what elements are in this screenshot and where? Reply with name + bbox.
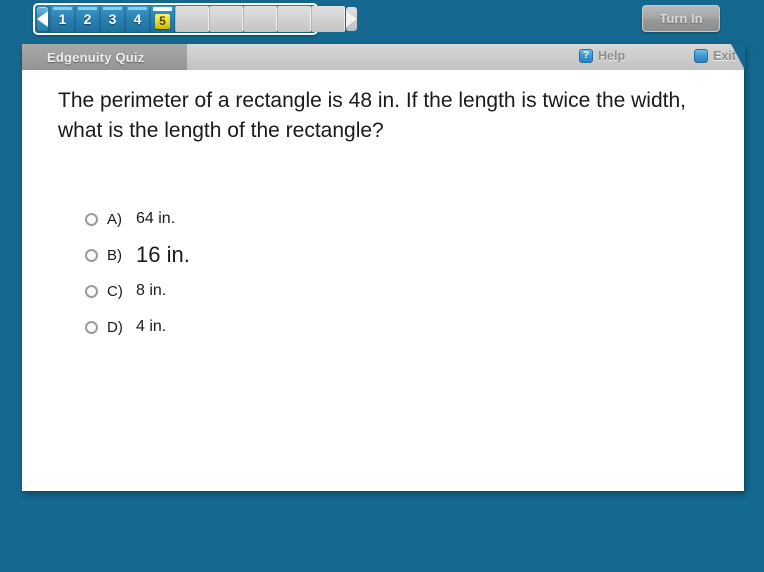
- radio-button[interactable]: [85, 248, 98, 262]
- page-slot-empty: [311, 6, 345, 32]
- page-tab-1[interactable]: 1: [51, 6, 74, 32]
- option-letter: A): [107, 210, 122, 228]
- page-tab-5[interactable]: 5: [151, 6, 174, 32]
- top-navigation-bar: 12345 Turn In: [0, 0, 764, 40]
- option-letter: B): [107, 246, 122, 264]
- option-text: 8 in.: [136, 282, 167, 299]
- page-tab-3[interactable]: 3: [101, 6, 124, 32]
- next-page-button[interactable]: [346, 7, 357, 31]
- option-letter: D): [107, 318, 123, 336]
- page-tab-2[interactable]: 2: [76, 6, 99, 32]
- page-slot-empty: [277, 6, 311, 32]
- help-label: Help: [598, 49, 626, 63]
- answer-option-b[interactable]: B) 16 in.: [85, 237, 585, 273]
- page-tab-4[interactable]: 4: [126, 6, 149, 32]
- arrow-left-icon: [37, 11, 48, 27]
- answer-option-d[interactable]: D) 4 in.: [85, 309, 585, 345]
- option-text: 64 in.: [136, 210, 176, 227]
- help-button[interactable]: ? Help: [579, 49, 625, 63]
- page-tab-label: 3: [108, 11, 117, 27]
- page-pager: 12345: [33, 3, 357, 35]
- answer-options-list: A) 64 in. B) 16 in. C) 8 in. D) 4 in.: [85, 201, 585, 345]
- page-tab-label: 4: [133, 11, 142, 27]
- page-tab-label: 5: [155, 13, 170, 29]
- previous-page-button[interactable]: [37, 7, 48, 31]
- quiz-panel-header: Edgenuity Quiz ? Help Exit: [22, 44, 745, 70]
- arrow-right-icon: [346, 11, 357, 27]
- page-tab-list: 12345: [50, 6, 175, 32]
- quiz-panel: Edgenuity Quiz ? Help Exit The perimeter…: [22, 44, 745, 491]
- turn-in-button[interactable]: Turn In: [642, 5, 720, 32]
- exit-icon: [694, 49, 708, 63]
- option-letter: C): [107, 282, 123, 300]
- exit-label: Exit: [713, 49, 736, 63]
- radio-button[interactable]: [85, 212, 98, 226]
- exit-button[interactable]: Exit: [694, 49, 736, 63]
- radio-button[interactable]: [85, 320, 98, 334]
- option-text: 16 in.: [136, 242, 190, 267]
- question-text: The perimeter of a rectangle is 48 in. I…: [58, 89, 686, 142]
- page-slot-empty: [175, 6, 209, 32]
- page-slot-empty: [243, 6, 277, 32]
- help-icon: ?: [579, 49, 593, 63]
- page-tab-label: 2: [83, 11, 92, 27]
- option-text: 4 in.: [136, 318, 167, 335]
- radio-button[interactable]: [85, 284, 98, 298]
- quiz-title-tab: Edgenuity Quiz: [22, 44, 187, 70]
- empty-page-slots: [175, 6, 345, 32]
- answer-option-c[interactable]: C) 8 in.: [85, 273, 585, 309]
- answer-option-a[interactable]: A) 64 in.: [85, 201, 585, 237]
- page-tab-label: 1: [58, 11, 67, 27]
- page-slot-empty: [209, 6, 243, 32]
